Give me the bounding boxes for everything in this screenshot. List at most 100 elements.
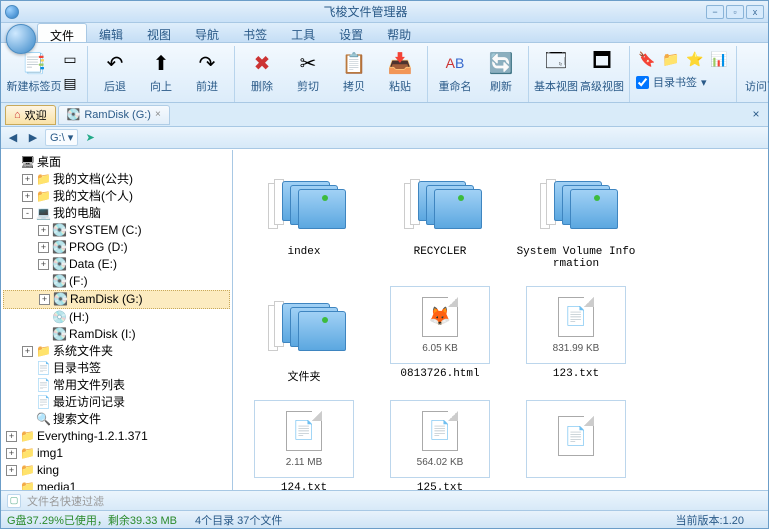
rename-button[interactable]: AB重命名 bbox=[434, 48, 476, 96]
ribbon-tab-4[interactable]: 书签 bbox=[231, 23, 279, 42]
tree-node[interactable]: +📁king bbox=[3, 462, 230, 479]
folder-item[interactable]: 文件夹 bbox=[239, 282, 369, 388]
tree-icon: 🔍 bbox=[36, 412, 50, 427]
nav-fwd-icon[interactable]: ▶ bbox=[25, 130, 41, 146]
ribbon-tab-3[interactable]: 导航 bbox=[183, 23, 231, 42]
tree-icon: 📁 bbox=[20, 429, 34, 444]
folder-icon bbox=[264, 171, 344, 235]
tree-node[interactable]: +💽RamDisk (G:) bbox=[3, 290, 230, 309]
ribbon-tab-7[interactable]: 帮助 bbox=[375, 23, 423, 42]
delete-button[interactable]: ✖删除 bbox=[241, 48, 283, 96]
item-name: 125.txt bbox=[417, 482, 463, 490]
ribbon-tab-6[interactable]: 设置 bbox=[327, 23, 375, 42]
tree-icon: 💽 bbox=[52, 274, 66, 289]
tree-node[interactable]: 💿 (H:) bbox=[3, 309, 230, 326]
expander-icon[interactable]: + bbox=[6, 448, 17, 459]
filter-input[interactable]: 文件名快速过滤 bbox=[27, 493, 762, 509]
expander-icon[interactable]: - bbox=[22, 208, 33, 219]
nav-back-icon[interactable]: ◀ bbox=[5, 130, 21, 146]
item-name: 123.txt bbox=[553, 368, 599, 380]
paste-button[interactable]: 📥粘贴 bbox=[379, 48, 421, 96]
maximize-button[interactable]: ▫ bbox=[726, 5, 744, 19]
file-list[interactable]: indexRECYCLERSystem Volume Information 文件… bbox=[233, 150, 768, 490]
tree-node[interactable]: 📁media1 bbox=[3, 479, 230, 490]
bm-3-button[interactable]: ⭐ bbox=[684, 48, 706, 70]
expander-icon[interactable]: + bbox=[22, 174, 33, 185]
doc-tab-1[interactable]: 💽 RamDisk (G:) × bbox=[58, 105, 170, 125]
refresh-button[interactable]: 🔄刷新 bbox=[480, 48, 522, 96]
ribbon-tab-2[interactable]: 视图 bbox=[135, 23, 183, 42]
bm-4-button[interactable]: 📊 bbox=[708, 48, 730, 70]
tree-label: RamDisk (I:) bbox=[69, 327, 136, 342]
close-button[interactable]: x bbox=[746, 5, 764, 19]
bm-2-button[interactable]: 📁 bbox=[660, 48, 682, 70]
folder-item[interactable]: index bbox=[239, 160, 369, 274]
folder-tree[interactable]: 🖥桌面+📁我的文档(公共)+📁我的文档(个人)-💻我的电脑+💽SYSTEM (C… bbox=[1, 150, 233, 490]
up-icon: ⬆ bbox=[147, 50, 175, 76]
tree-node[interactable]: -💻我的电脑 bbox=[3, 205, 230, 222]
new-tab-button[interactable]: 📑 新建标签页 bbox=[13, 48, 55, 96]
tree-node[interactable]: 📄最近访问记录 bbox=[3, 394, 230, 411]
tree-node[interactable]: +📁img1 bbox=[3, 445, 230, 462]
ribbon-tab-0[interactable]: 文件 bbox=[37, 23, 87, 42]
expander-icon[interactable]: + bbox=[38, 242, 49, 253]
visit-site-button[interactable]: 🌐 访问飞梭的互联网站点 bbox=[743, 48, 769, 96]
file-item[interactable]: 📄564.02 KB125.txt bbox=[375, 396, 505, 490]
tab-style-1-button[interactable]: ▭ bbox=[59, 48, 81, 70]
file-size: 831.99 KB bbox=[553, 343, 600, 354]
file-item[interactable]: 📄2.11 MB124.txt bbox=[239, 396, 369, 490]
expander-icon[interactable]: + bbox=[38, 259, 49, 270]
app-orb-button[interactable] bbox=[6, 24, 36, 54]
basic-view-button[interactable]: 🗔基本视图 bbox=[535, 48, 577, 96]
up-button[interactable]: ⬆向上 bbox=[140, 48, 182, 96]
tree-icon: 💻 bbox=[36, 206, 50, 221]
tree-node[interactable]: 🔍搜索文件 bbox=[3, 411, 230, 428]
tree-label: king bbox=[37, 463, 59, 478]
tab-style-2-button[interactable]: ▤ bbox=[59, 72, 81, 94]
expander-icon[interactable]: + bbox=[22, 191, 33, 202]
tree-icon: 📁 bbox=[36, 172, 50, 187]
file-item[interactable]: 📄 bbox=[511, 396, 641, 490]
expander-icon[interactable]: + bbox=[6, 431, 17, 442]
cut-button[interactable]: ✂剪切 bbox=[287, 48, 329, 96]
copy-button[interactable]: 📋拷贝 bbox=[333, 48, 375, 96]
tree-node[interactable]: 💽RamDisk (I:) bbox=[3, 326, 230, 343]
expander-icon[interactable]: + bbox=[39, 294, 50, 305]
folder-item[interactable]: System Volume Information bbox=[511, 160, 641, 274]
close-all-tabs-button[interactable]: × bbox=[748, 107, 764, 123]
tree-node[interactable]: +📁Everything-1.2.1.371 bbox=[3, 428, 230, 445]
advanced-view-button[interactable]: 🗖高级视图 bbox=[581, 48, 623, 96]
title-bar: 飞梭文件管理器 − ▫ x bbox=[1, 1, 768, 23]
tree-node[interactable]: 📄常用文件列表 bbox=[3, 377, 230, 394]
tree-node[interactable]: +💽SYSTEM (C:) bbox=[3, 222, 230, 239]
tree-node[interactable]: +📁系统文件夹 bbox=[3, 343, 230, 360]
tree-icon: 💿 bbox=[52, 310, 66, 325]
new-tab-icon: 📑 bbox=[20, 50, 48, 76]
tree-node[interactable]: +💽PROG (D:) bbox=[3, 239, 230, 256]
expander-icon[interactable]: + bbox=[38, 225, 49, 236]
bm-1-button[interactable]: 🔖 bbox=[636, 48, 658, 70]
tree-node[interactable]: +📁我的文档(个人) bbox=[3, 188, 230, 205]
doc-tab-0[interactable]: ⌂ 欢迎 bbox=[5, 105, 56, 125]
tree-node[interactable]: 💽 (F:) bbox=[3, 273, 230, 290]
cut-icon: ✂ bbox=[294, 50, 322, 76]
ribbon-tab-1[interactable]: 编辑 bbox=[87, 23, 135, 42]
file-item[interactable]: 🦊6.05 KB0813726.html bbox=[375, 282, 505, 388]
tree-node[interactable]: +📁我的文档(公共) bbox=[3, 171, 230, 188]
tree-node[interactable]: +💽Data (E:) bbox=[3, 256, 230, 273]
nav-go-icon[interactable]: ➤ bbox=[82, 130, 98, 146]
minimize-button[interactable]: − bbox=[706, 5, 724, 19]
ribbon-tab-5[interactable]: 工具 bbox=[279, 23, 327, 42]
file-item[interactable]: 📄831.99 KB123.txt bbox=[511, 282, 641, 388]
dir-bookmark-checkbox[interactable]: 目录书签 ▾ bbox=[636, 74, 730, 90]
tree-node[interactable]: 🖥桌面 bbox=[3, 154, 230, 171]
expander-icon[interactable]: + bbox=[6, 465, 17, 476]
back-button[interactable]: ↶后退 bbox=[94, 48, 136, 96]
breadcrumb-drive[interactable]: G:\ ▾ bbox=[45, 129, 78, 146]
forward-button[interactable]: ↷前进 bbox=[186, 48, 228, 96]
file-size: 564.02 KB bbox=[417, 457, 464, 468]
tree-node[interactable]: 📄目录书签 bbox=[3, 360, 230, 377]
forward-icon: ↷ bbox=[193, 50, 221, 76]
folder-item[interactable]: RECYCLER bbox=[375, 160, 505, 274]
expander-icon[interactable]: + bbox=[22, 346, 33, 357]
